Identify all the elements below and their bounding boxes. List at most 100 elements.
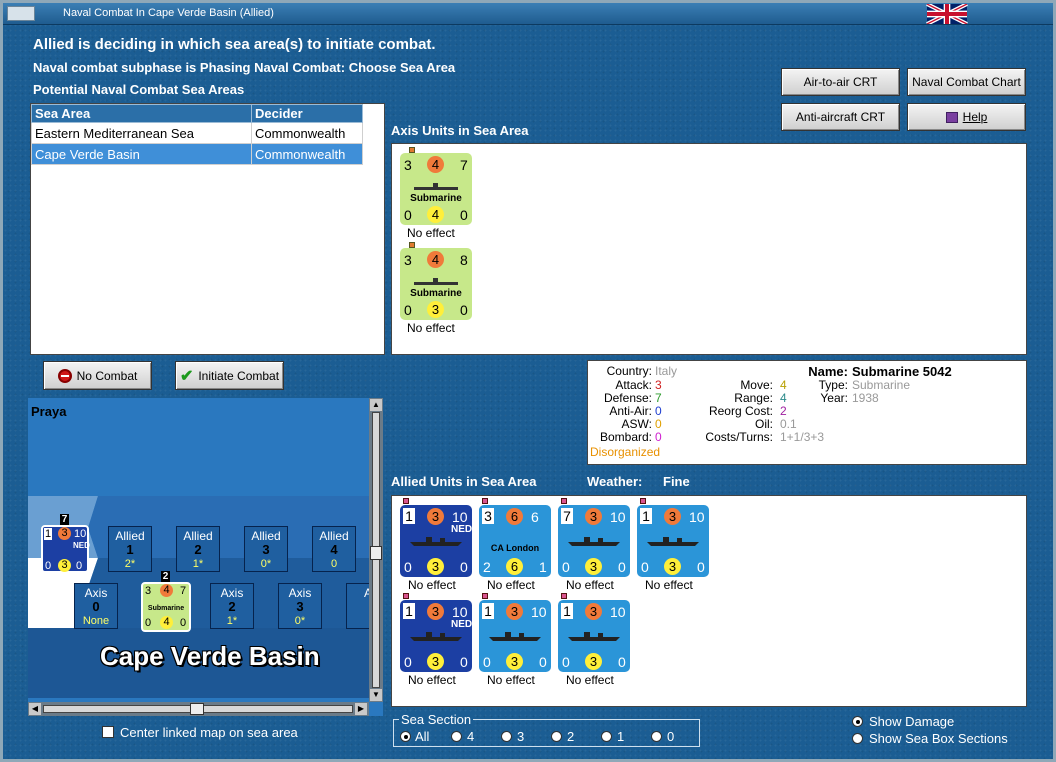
asw-value: 0 xyxy=(404,654,412,670)
allied-sea-box-2[interactable]: Allied 2 1* xyxy=(176,526,220,572)
attack-value: 3 xyxy=(404,157,412,173)
nation-code: NED xyxy=(451,619,473,630)
title-bar: Naval Combat In Cape Verde Basin (Allied… xyxy=(3,3,1053,25)
year-label: Year: xyxy=(820,391,848,405)
move-value: 7 xyxy=(460,157,468,173)
allied-unit-counter[interactable]: 1 3 10 0 3 0 xyxy=(479,600,551,672)
axis-sea-box-0[interactable]: Axis 0 None xyxy=(74,583,118,629)
col-decider[interactable]: Decider xyxy=(251,104,363,123)
warship-silhouette-icon xyxy=(647,537,699,546)
naval-combat-window: Naval Combat In Cape Verde Basin (Allied… xyxy=(0,0,1056,762)
naval-combat-chart-button[interactable]: Naval Combat Chart xyxy=(907,68,1026,96)
allied-unit-counter[interactable]: 1 3 10 0 3 0 xyxy=(637,505,709,577)
section-radio-0[interactable] xyxy=(651,731,662,742)
bombard-value: 0 xyxy=(539,654,547,670)
box-label: Axis xyxy=(220,586,244,600)
status-text: Disorganized xyxy=(590,445,661,459)
scroll-thumb[interactable] xyxy=(370,546,382,560)
horizontal-scrollbar[interactable]: ◀ ▶ xyxy=(28,702,369,716)
aa-value: 3 xyxy=(506,653,523,670)
defense-value: 3 xyxy=(585,603,602,620)
allied-stack-counter[interactable]: 1 3 10 NED 0 3 0 xyxy=(41,525,90,573)
section-radio-1[interactable] xyxy=(601,731,612,742)
name-label: Name: xyxy=(808,364,848,379)
box-value: 0 xyxy=(330,558,338,570)
box-number: 2 xyxy=(194,542,202,557)
allied-unit-counter[interactable]: 1 3 10 NED 0 3 0 xyxy=(400,600,472,672)
section-radio-2[interactable] xyxy=(551,731,562,742)
scroll-down-icon[interactable]: ▼ xyxy=(370,689,382,701)
unit-type: Submarine xyxy=(410,288,462,299)
nation-code: NED xyxy=(73,541,90,550)
section-option-label: All xyxy=(415,729,430,744)
attack-value: 1 xyxy=(482,603,494,619)
center-linked-checkbox[interactable] xyxy=(102,726,114,738)
attack-value: 3 xyxy=(145,585,152,597)
axis-stack-counter[interactable]: 3 4 7 Submarine 0 4 0 xyxy=(141,582,191,632)
show-damage-radio[interactable] xyxy=(852,716,863,727)
decider-cell: Commonwealth xyxy=(251,122,363,144)
attack-value: 1 xyxy=(403,603,415,619)
axis-sea-box-3[interactable]: Axis 3 0* xyxy=(278,583,322,629)
table-row-selected[interactable]: Cape Verde Basin Commonwealth xyxy=(31,143,363,165)
scroll-right-icon[interactable]: ▶ xyxy=(355,703,367,715)
type-label: Type: xyxy=(818,378,848,392)
submarine-silhouette-icon xyxy=(414,278,458,285)
scroll-up-icon[interactable]: ▲ xyxy=(370,399,382,411)
col-sea-area[interactable]: Sea Area xyxy=(31,104,252,123)
axis-unit-counter[interactable]: 3 4 8 Submarine 0 3 0 xyxy=(400,248,472,320)
decider-cell: Commonwealth xyxy=(251,143,363,165)
sea-section-label: Sea Section xyxy=(399,712,474,727)
section-radio-3[interactable] xyxy=(501,731,512,742)
show-sections-radio[interactable] xyxy=(852,733,863,744)
system-menu-button[interactable] xyxy=(7,6,35,21)
asw-value: 0 xyxy=(145,617,152,629)
box-label: Allied xyxy=(251,529,281,543)
vertical-scrollbar[interactable]: ▲ ▼ xyxy=(369,398,383,702)
no-combat-button[interactable]: No Combat xyxy=(43,361,152,390)
no-entry-icon xyxy=(57,368,72,383)
uk-flag-icon xyxy=(926,4,968,24)
allied-unit-counter[interactable]: 3 6 6 CA London 2 6 1 xyxy=(479,505,551,577)
allied-unit-counter[interactable]: 7 3 10 0 3 0 xyxy=(558,505,630,577)
section-radio-4[interactable] xyxy=(451,731,462,742)
allied-sea-box-4[interactable]: Allied 4 0 xyxy=(312,526,356,572)
help-button[interactable]: Help xyxy=(907,103,1026,131)
costs-value: 1+1/3+3 xyxy=(780,430,825,444)
country-label: Country: xyxy=(606,364,652,378)
warship-silhouette-icon xyxy=(410,632,462,641)
no-combat-label: No Combat xyxy=(76,368,138,383)
attack-value: 3 xyxy=(482,508,494,524)
defense-value: 4 xyxy=(427,156,444,173)
defense-value: 3 xyxy=(427,508,444,525)
warship-silhouette-icon xyxy=(568,632,620,641)
initiate-combat-button[interactable]: ✔ Initiate Combat xyxy=(175,361,284,390)
axis-unit-counter[interactable]: 3 4 7 Submarine 0 4 0 xyxy=(400,153,472,225)
section-radio-all[interactable] xyxy=(400,731,411,742)
reorg-value: 2 xyxy=(780,404,787,418)
air-to-air-crt-button[interactable]: Air-to-air CRT xyxy=(781,68,900,96)
box-value: None xyxy=(82,615,110,627)
move-value: 10 xyxy=(610,509,626,525)
warship-silhouette-icon xyxy=(489,632,541,641)
scroll-thumb[interactable] xyxy=(190,703,204,715)
aa-value: 4 xyxy=(427,206,444,223)
anti-aircraft-crt-button[interactable]: Anti-aircraft CRT xyxy=(781,103,900,131)
combat-effect: No effect xyxy=(645,578,693,592)
box-label: Axis xyxy=(288,586,312,600)
attack-value: 3 xyxy=(404,252,412,268)
box-label: Axis xyxy=(84,586,108,600)
sea-area-map[interactable]: Praya Allied 1 2* Allied 2 1* Allied 3 0* Alli… xyxy=(28,398,383,716)
axis-sea-box-2[interactable]: Axis 2 1* xyxy=(210,583,254,629)
allied-sea-box-3[interactable]: Allied 3 0* xyxy=(244,526,288,572)
scroll-left-icon[interactable]: ◀ xyxy=(29,703,41,715)
allied-sea-box-1[interactable]: Allied 1 2* xyxy=(108,526,152,572)
oil-label: Oil: xyxy=(755,417,773,431)
table-row[interactable]: Eastern Mediterranean Sea Commonwealth xyxy=(31,122,363,144)
combat-effect: No effect xyxy=(407,226,455,240)
allied-unit-counter[interactable]: 1 3 10 NED 0 3 0 xyxy=(400,505,472,577)
combat-effect: No effect xyxy=(487,578,535,592)
unit-marker-icon xyxy=(482,593,488,599)
bombard-label: Bombard: xyxy=(599,430,652,444)
allied-unit-counter[interactable]: 1 3 10 0 3 0 xyxy=(558,600,630,672)
